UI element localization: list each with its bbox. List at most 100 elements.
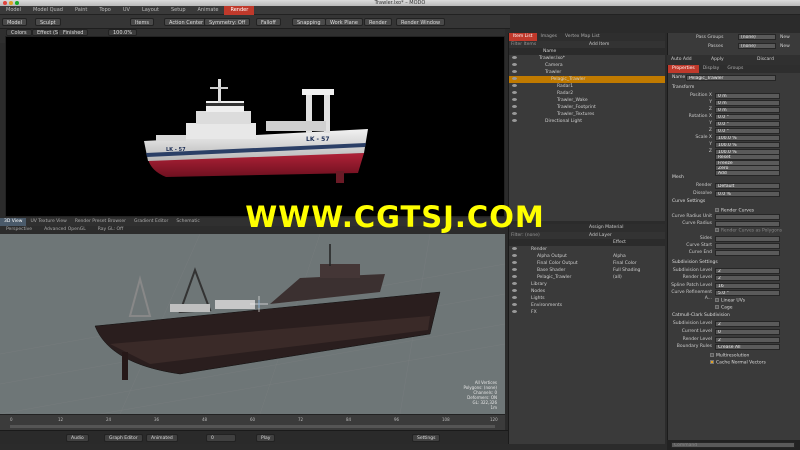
scale-y-field[interactable]: 100.0 %	[715, 142, 780, 148]
discard-button[interactable]: Discard	[757, 57, 774, 62]
render-level-field[interactable]: 2	[715, 275, 780, 281]
spline-patch-level-field[interactable]: 16	[715, 283, 780, 289]
symmetry-dropdown[interactable]: Symmetry: Off	[204, 18, 251, 26]
visibility-eye-icon[interactable]	[512, 119, 517, 122]
item-row[interactable]: Trawler_Wake	[509, 97, 665, 104]
mesh-render-field[interactable]: Default	[715, 183, 780, 189]
items-button[interactable]: Items	[130, 18, 154, 26]
layout-tab-uv[interactable]: UV	[117, 6, 136, 15]
cc-subdivision-level-field[interactable]: 2	[715, 321, 780, 327]
visibility-eye-icon[interactable]	[512, 70, 517, 73]
layout-tab-animate[interactable]: Animate	[192, 6, 225, 15]
visibility-eye-icon[interactable]	[512, 105, 517, 108]
item-list-tab-1[interactable]: Images	[537, 33, 561, 41]
current-frame-field[interactable]: 0	[206, 434, 236, 442]
mesh-header[interactable]: Mesh	[672, 175, 792, 181]
visibility-eye-icon[interactable]	[512, 56, 517, 59]
item-row[interactable]: Radar2	[509, 90, 665, 97]
shader-row[interactable]: Render	[509, 246, 665, 253]
cc-render-level-field[interactable]: 2	[715, 337, 780, 343]
item-list-tab-2[interactable]: Vertex Map List	[561, 33, 604, 41]
zoom-window-button[interactable]	[15, 1, 19, 5]
viewport-option-2[interactable]: Ray GL: Off	[92, 226, 129, 234]
apply-button[interactable]: Apply	[711, 57, 724, 62]
position-y-field[interactable]: 0 m	[715, 100, 780, 106]
curve-settings-header[interactable]: Curve Settings	[672, 199, 792, 205]
passes-dropdown[interactable]: (none)	[738, 43, 776, 49]
curve-refinement-field[interactable]: 5.0 °	[715, 290, 780, 296]
item-row[interactable]: Trawler_Footprint	[509, 104, 665, 111]
visibility-eye-icon[interactable]	[512, 112, 517, 115]
curve-radius-unit-field[interactable]	[715, 214, 780, 220]
multiresolution-checkbox[interactable]: Multiresolution	[710, 353, 800, 360]
visibility-eye-icon[interactable]	[512, 77, 517, 80]
cage-checkbox[interactable]: Cage	[715, 305, 800, 312]
shader-row[interactable]: Lights	[509, 295, 665, 302]
position-z-field[interactable]: 0 m	[715, 107, 780, 113]
dissolve-field[interactable]: 0.0 %	[715, 191, 780, 197]
item-row[interactable]: Pelagic_Trawler	[509, 76, 665, 83]
visibility-eye-icon[interactable]	[512, 289, 517, 292]
shader-row[interactable]: Environments	[509, 302, 665, 309]
item-row[interactable]: Trawler	[509, 69, 665, 76]
shader-row[interactable]: Pelagic_Trawler (all)	[509, 274, 665, 281]
sides-field[interactable]	[715, 236, 780, 242]
visibility-eye-icon[interactable]	[512, 296, 517, 299]
render-option-3[interactable]: 100.0%	[108, 29, 138, 36]
snapping-button[interactable]: Snapping	[292, 18, 326, 26]
visibility-eye-icon[interactable]	[512, 91, 517, 94]
current-level-field[interactable]: 0	[715, 329, 780, 335]
visibility-eye-icon[interactable]	[512, 261, 517, 264]
new-pass-group-button[interactable]: New	[780, 35, 790, 40]
visibility-eye-icon[interactable]	[512, 275, 517, 278]
work-plane-button[interactable]: Work Plane	[325, 18, 363, 26]
layout-tab-model[interactable]: Model	[0, 6, 27, 15]
item-row[interactable]: Camera	[509, 62, 665, 69]
properties-tab-0[interactable]: Properties	[668, 65, 699, 73]
animated-dropdown[interactable]: Animated	[146, 434, 178, 442]
visibility-eye-icon[interactable]	[512, 282, 517, 285]
viewport-tab-1[interactable]: UV Texture View	[26, 218, 70, 226]
curve-end-field[interactable]	[715, 250, 780, 256]
viewport-option-1[interactable]: Advanced OpenGL	[38, 226, 92, 234]
rotation-z-field[interactable]: 0.0 °	[715, 128, 780, 134]
model-mode-button[interactable]: Model	[2, 18, 28, 26]
item-list-tab-0[interactable]: Item List	[509, 33, 537, 41]
subdivision-level-field[interactable]: 2	[715, 268, 780, 274]
shader-row[interactable]: Nodes	[509, 288, 665, 295]
visibility-eye-icon[interactable]	[512, 84, 517, 87]
layout-tab-model-quad[interactable]: Model Quad	[27, 6, 69, 15]
item-row[interactable]: Directional Light	[509, 118, 665, 125]
pass-groups-dropdown[interactable]: (none)	[738, 34, 776, 40]
visibility-eye-icon[interactable]	[512, 303, 517, 306]
render-curves-polygons-checkbox[interactable]: Render Curves as Polygons	[715, 228, 800, 235]
render-option-0[interactable]: Colors	[6, 29, 32, 36]
transform-header[interactable]: Transform	[672, 85, 792, 91]
properties-tab-2[interactable]: Groups	[723, 65, 747, 73]
command-input[interactable]: Command	[671, 442, 795, 448]
graph-editor-button[interactable]: Graph Editor	[104, 434, 143, 442]
layout-tab-render[interactable]: Render	[224, 6, 255, 15]
render-preview-viewport[interactable]: LK - 57 LK - 57	[5, 36, 505, 217]
filter-items-field[interactable]: Filter Items	[511, 41, 536, 48]
action-center-dropdown[interactable]: Action Center	[164, 18, 209, 26]
catmull-clark-header[interactable]: Catmull-Clark Subdivision	[672, 313, 792, 319]
timeline-track[interactable]	[10, 425, 495, 428]
close-window-button[interactable]	[3, 1, 7, 5]
viewport-tab-3[interactable]: Gradient Editor	[130, 218, 172, 226]
viewport-tab-2[interactable]: Render Preset Browser	[71, 218, 130, 226]
falloff-dropdown[interactable]: Falloff	[256, 18, 281, 26]
visibility-eye-icon[interactable]	[512, 247, 517, 250]
render-window-button[interactable]: Render Window	[396, 18, 446, 26]
shader-row[interactable]: Alpha Output Alpha	[509, 253, 665, 260]
render-curves-checkbox[interactable]: Render Curves	[715, 208, 800, 215]
rotation-x-field[interactable]: 0.0 °	[715, 114, 780, 120]
visibility-eye-icon[interactable]	[512, 310, 517, 313]
curve-radius-field[interactable]	[715, 221, 780, 227]
layout-tab-setup[interactable]: Setup	[165, 6, 192, 15]
settings-button[interactable]: Settings	[412, 434, 441, 442]
shader-row[interactable]: Library	[509, 281, 665, 288]
render-option-2[interactable]: Finished	[58, 29, 89, 36]
minimize-window-button[interactable]	[9, 1, 13, 5]
audio-button[interactable]: Audio	[66, 434, 89, 442]
